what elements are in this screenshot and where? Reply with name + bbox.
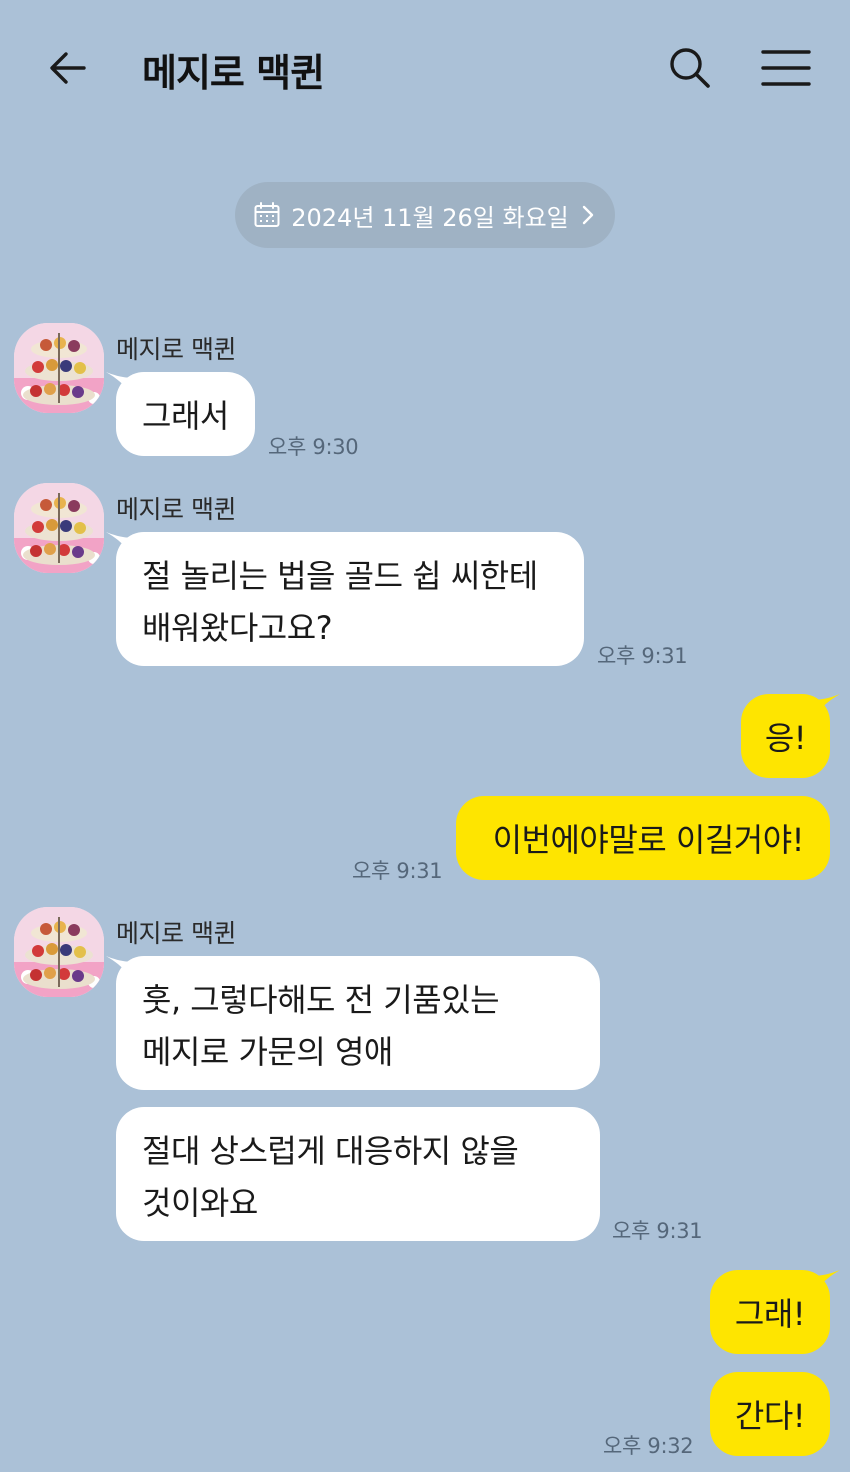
message-bubble-outgoing[interactable]: 이번에야말로 이길거야! xyxy=(456,796,830,880)
message-text-line: 것이와요 xyxy=(142,1184,258,1222)
chat-header: 메지로 맥퀸 xyxy=(0,0,850,135)
sender-name: 메지로 맥퀸 xyxy=(116,335,236,364)
back-button[interactable] xyxy=(40,40,96,96)
message-text: 간다! xyxy=(734,1397,806,1435)
avatar-dessert-image xyxy=(14,907,104,997)
message-bubble-outgoing[interactable]: 그래! xyxy=(710,1270,840,1354)
message-text-line: 절대 상스럽게 대응하지 않을 xyxy=(142,1132,519,1170)
message-time: 오후 9:32 xyxy=(603,1434,694,1458)
message-time: 오후 9:31 xyxy=(597,644,688,668)
message-bubble-outgoing[interactable]: 간다! xyxy=(710,1372,830,1456)
message-text-line: 절 놀리는 법을 골드 쉽 씨한테 xyxy=(142,557,538,595)
sender-name: 메지로 맥퀸 xyxy=(116,495,236,524)
message-text-line: 메지로 가문의 영애 xyxy=(142,1033,393,1071)
chat-title: 메지로 맥퀸 xyxy=(142,51,325,95)
menu-button[interactable] xyxy=(756,40,816,96)
date-divider[interactable]: 2024년 11월 26일 화요일 xyxy=(235,182,615,248)
hamburger-menu-icon xyxy=(761,50,811,86)
bubble-tail xyxy=(810,1270,840,1300)
search-button[interactable] xyxy=(662,40,718,96)
bubble-tail xyxy=(106,956,136,986)
message-time: 오후 9:30 xyxy=(268,435,359,459)
date-label: 2024년 11월 26일 화요일 xyxy=(291,203,569,232)
chat-screen: 메지로 맥퀸 2024년 11월 26일 화요일 메지로 맥퀸 그래서 오후 9… xyxy=(0,0,850,1472)
bubble-tail xyxy=(810,694,840,724)
message-bubble-outgoing[interactable]: 응! xyxy=(741,694,840,778)
avatar[interactable] xyxy=(14,483,104,573)
message-text-line: 배워왔다고요? xyxy=(142,609,333,647)
message-time: 오후 9:31 xyxy=(612,1219,703,1243)
message-text: 그래서 xyxy=(142,397,229,435)
bubble-tail xyxy=(106,532,136,562)
avatar[interactable] xyxy=(14,323,104,413)
message-bubble-incoming[interactable]: 절대 상스럽게 대응하지 않을 것이와요 xyxy=(116,1107,600,1241)
avatar-dessert-image xyxy=(14,483,104,573)
calendar-icon xyxy=(254,202,280,227)
sender-name: 메지로 맥퀸 xyxy=(116,919,236,948)
bubble-tail xyxy=(106,372,136,402)
avatar-dessert-image xyxy=(14,323,104,413)
message-text: 이번에야말로 이길거야! xyxy=(492,821,805,859)
message-bubble-incoming[interactable]: 훗, 그렇다해도 전 기품있는 메지로 가문의 영애 xyxy=(106,956,600,1090)
message-text-line: 훗, 그렇다해도 전 기품있는 xyxy=(142,981,500,1019)
message-bubble-incoming[interactable]: 절 놀리는 법을 골드 쉽 씨한테 배워왔다고요? xyxy=(106,532,584,666)
message-bubble-incoming[interactable]: 그래서 xyxy=(106,372,255,456)
avatar[interactable] xyxy=(14,907,104,997)
message-text: 그래! xyxy=(734,1295,806,1333)
search-icon xyxy=(670,48,710,88)
chevron-right-icon xyxy=(582,205,593,225)
back-arrow-icon xyxy=(50,52,86,84)
message-time: 오후 9:31 xyxy=(352,859,443,883)
